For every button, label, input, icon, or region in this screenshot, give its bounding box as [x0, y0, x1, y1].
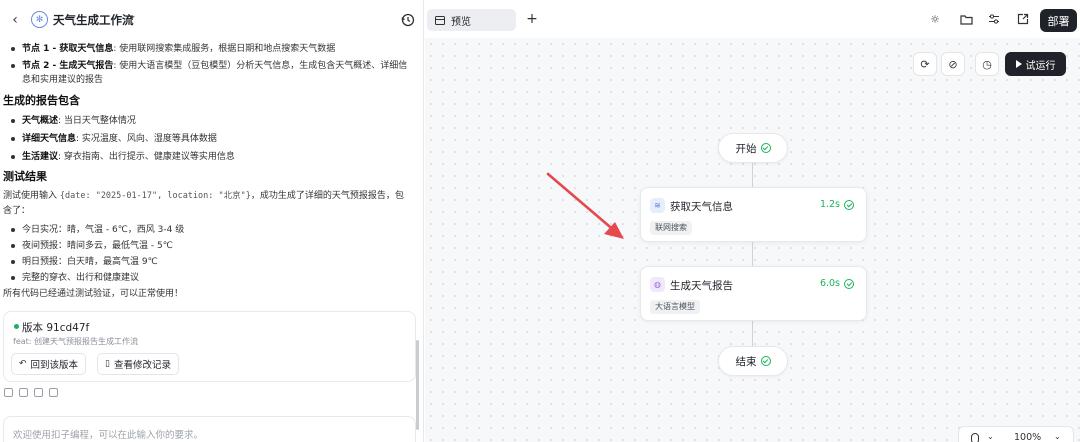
list-item: 节点 2 - 生成天气报告: 使用大语言模型（豆包模型）分析天气信息，生成包含天… — [3, 59, 420, 87]
zoom-level: 100% — [1014, 432, 1042, 442]
check-icon — [844, 278, 854, 289]
version-card: 版本 91cd47f feat: 创建天气预报报告生成工作流 ↶ 回到该版本 ▯… — [3, 311, 416, 382]
version-title: 版本 91cd47f — [22, 322, 90, 334]
zoom-control[interactable]: ⌄ 100% ⌄ — [958, 426, 1074, 442]
list-item: 夜间预报：晴间多云，最低气温 - 5℃ — [3, 239, 420, 253]
history-icon[interactable]: ◷ — [975, 52, 999, 76]
workflow-node-generate-report[interactable]: ◍ 生成天气报告 6.0s 大语言模型 — [640, 266, 867, 321]
check-icon — [760, 356, 771, 366]
sync-icon[interactable]: ⟳ — [913, 52, 937, 76]
window-icon — [435, 15, 445, 25]
edge — [752, 163, 753, 187]
node-tag: 大语言模型 — [650, 300, 700, 314]
rollback-button[interactable]: ↶ 回到该版本 — [11, 353, 87, 375]
test-run-button[interactable]: 试运行 — [1005, 52, 1066, 76]
chat-header: ‹ ✻ 天气生成工作流 ⌄ — [0, 0, 424, 40]
version-subtitle: feat: 创建天气预报报告生成工作流 — [13, 337, 139, 346]
chat-input-placeholder: 欢迎使用扣子编程，可以在此输入你的要求。 — [13, 430, 204, 441]
end-node[interactable]: 结束 — [718, 346, 788, 376]
thumbs-down-icon[interactable] — [19, 388, 28, 397]
list-item: 生活建议: 穿衣指南、出行提示、健康建议等实用信息 — [3, 150, 420, 164]
search-web-icon: ≋ — [650, 198, 665, 213]
history-icon[interactable] — [400, 12, 416, 28]
workflow-node-fetch-weather[interactable]: ≋ 获取天气信息 1.2s 联网搜索 — [640, 187, 867, 242]
list-item: 今日实况：晴，气温 - 6℃，西风 3-4 级 — [3, 223, 420, 237]
list-item: 节点 1 - 获取天气信息: 使用联网搜索集成服务，根据日期和地点搜索天气数据 — [3, 42, 420, 56]
open-external-icon[interactable] — [1016, 12, 1030, 26]
code-inline: {date: "2025-01-17", location: "北京"} — [59, 191, 251, 201]
node-duration: 6.0s — [820, 278, 854, 289]
list-item: 天气概述: 当日天气整体情况 — [3, 114, 420, 128]
play-icon — [1015, 60, 1022, 68]
document-icon: ▯ — [105, 359, 110, 369]
refresh-icon[interactable] — [49, 388, 58, 397]
project-logo-icon: ✻ — [31, 11, 48, 28]
top-toolbar: 预览 + ☼ 部署 — [425, 0, 1080, 38]
final-line: 所有代码已经通过测试验证，可以正常使用！ — [3, 289, 184, 299]
undo-icon: ↶ — [19, 359, 27, 369]
list-item: 详细天气信息: 实况温度、风向、湿度等具体数据 — [3, 132, 420, 146]
message-actions — [4, 388, 58, 397]
llm-icon: ◍ — [650, 277, 665, 292]
copy-icon[interactable] — [34, 388, 43, 397]
scrollbar[interactable] — [416, 340, 419, 430]
view-changelog-button[interactable]: ▯ 查看修改记录 — [97, 353, 179, 375]
mouse-mode-icon[interactable] — [971, 433, 979, 442]
annotation-arrow — [546, 172, 624, 239]
project-title[interactable]: 天气生成工作流 — [53, 12, 134, 28]
chat-input[interactable]: 欢迎使用扣子编程，可以在此输入你的要求。 — [3, 416, 416, 442]
node-duration: 1.2s — [820, 199, 854, 210]
deploy-button[interactable]: 部署 — [1040, 9, 1077, 32]
edge — [752, 242, 753, 267]
status-dot — [14, 324, 19, 329]
start-node[interactable]: 开始 — [718, 133, 788, 163]
tab-preview[interactable]: 预览 — [427, 9, 516, 31]
auto-layout-icon[interactable]: ⊘ — [941, 52, 965, 76]
chevron-down-icon[interactable]: ⌄ — [1054, 432, 1061, 441]
edge — [752, 320, 753, 346]
thumbs-up-icon[interactable] — [4, 388, 13, 397]
back-icon[interactable]: ‹ — [6, 11, 24, 29]
add-tab-icon[interactable]: + — [524, 9, 540, 29]
check-icon — [760, 143, 771, 153]
list-item: 完整的穿衣、出行和健康建议 — [3, 271, 420, 285]
check-icon — [844, 199, 854, 210]
section-heading: 测试结果 — [3, 170, 47, 183]
folder-icon[interactable] — [959, 12, 973, 26]
list-item: 明日预报：白天晴，最高气温 9℃ — [3, 255, 420, 269]
node-tag: 联网搜索 — [650, 221, 692, 235]
chat-panel: ‹ ✻ 天气生成工作流 ⌄ 节点 1 - 获取天气信息: 使用联网搜索集成服务，… — [0, 0, 424, 442]
settings-sliders-icon[interactable] — [987, 12, 1001, 26]
chevron-down-icon[interactable]: ⌄ — [987, 432, 994, 441]
section-heading: 生成的报告包含 — [3, 94, 80, 107]
theme-sun-icon[interactable]: ☼ — [928, 12, 942, 26]
chevron-down-icon[interactable]: ⌄ — [129, 11, 137, 21]
test-paragraph: 测试使用输入 {date: "2025-01-17", location: "北… — [3, 191, 404, 216]
